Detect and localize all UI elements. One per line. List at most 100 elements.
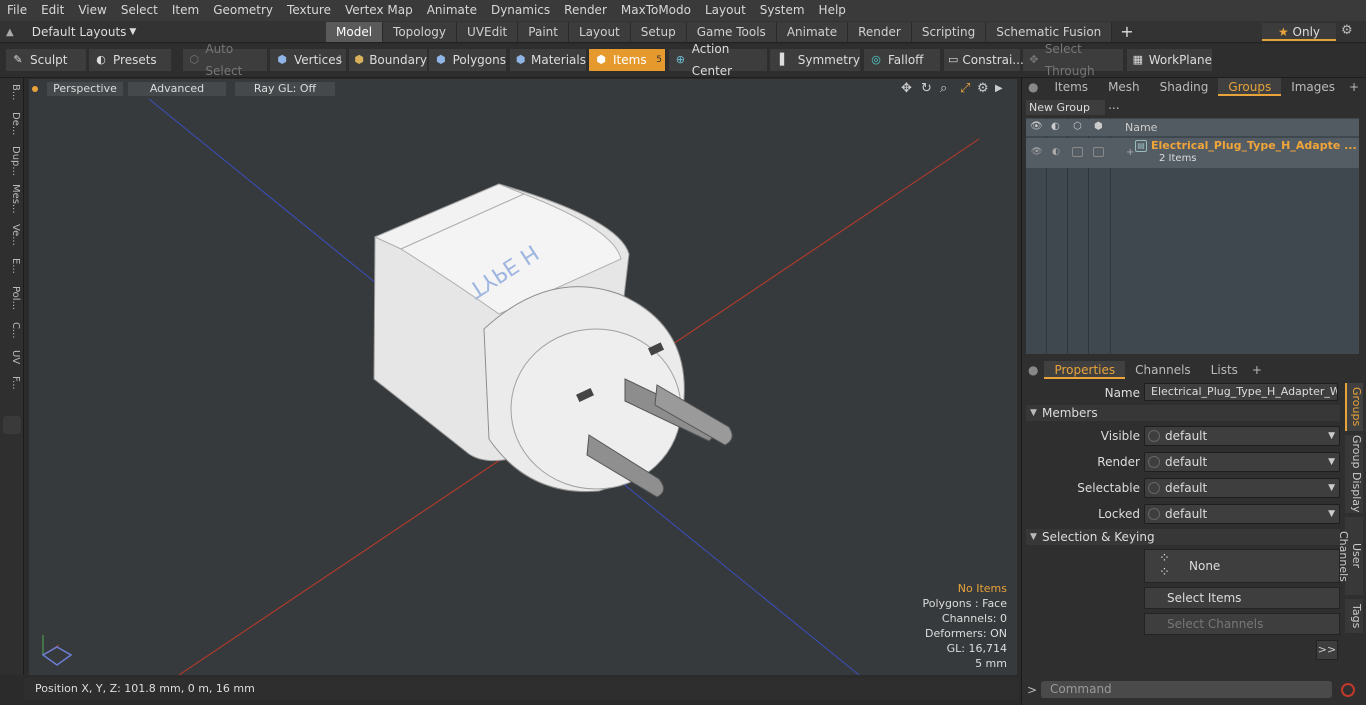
add-panel-tab-icon[interactable]: + <box>1345 78 1363 96</box>
fit-view-icon[interactable]: ⤢ <box>960 81 970 96</box>
tab-channels[interactable]: Channels <box>1125 361 1201 379</box>
keying-none-button[interactable]: ⁘ ⁘ None <box>1144 549 1340 583</box>
tab-model[interactable]: Model <box>326 22 384 42</box>
raygl-dropdown[interactable]: Ray GL: Off <box>235 82 335 96</box>
strip-tab-polygon[interactable]: Pol... <box>3 286 21 310</box>
selectable-dropdown[interactable]: default ▼ <box>1144 478 1340 498</box>
zoom-icon[interactable]: ⌕ <box>940 81 947 96</box>
menu-layout[interactable]: Layout <box>698 0 753 21</box>
menu-render[interactable]: Render <box>557 0 614 21</box>
workplane-button[interactable]: ▦ WorkPlane <box>1127 49 1212 71</box>
row-lock-checkbox[interactable] <box>1093 147 1104 157</box>
row-select-checkbox[interactable] <box>1072 147 1083 157</box>
members-section[interactable]: ▼ Members <box>1026 405 1340 421</box>
menu-texture[interactable]: Texture <box>280 0 338 21</box>
only-button[interactable]: ★ Only <box>1262 23 1336 41</box>
tab-layout[interactable]: Layout <box>568 22 631 42</box>
3d-viewport[interactable]: TYPE H Perspective Advanced Ray GL: Off … <box>29 79 1017 675</box>
perspective-dropdown[interactable]: Perspective <box>47 82 123 96</box>
vtab-group-display[interactable]: Group Display <box>1345 435 1363 513</box>
group-row[interactable]: 👁 ◐ + ▤ Electrical_Plug_Type_H_Adapte ..… <box>1026 138 1359 168</box>
menu-geometry[interactable]: Geometry <box>206 0 280 21</box>
menu-vertex-map[interactable]: Vertex Map <box>338 0 420 21</box>
strip-tab-mesh[interactable]: Mes... <box>3 184 21 214</box>
constraints-button[interactable]: ▭ Constrai... <box>944 49 1024 71</box>
materials-button[interactable]: ⬢ Materials <box>510 49 586 71</box>
locked-dropdown[interactable]: default ▼ <box>1144 504 1340 524</box>
select-channels-button[interactable]: Select Channels <box>1144 613 1340 635</box>
tab-scripting[interactable]: Scripting <box>911 22 987 42</box>
auto-select-button[interactable]: ⬡ Auto Select <box>183 42 267 78</box>
menu-system[interactable]: System <box>753 0 812 21</box>
rotate-view-icon[interactable]: ↻ <box>921 81 932 96</box>
viewport-expand-icon[interactable]: ▶ <box>995 83 1003 94</box>
layout-dropdown[interactable]: ▲ Default Layouts ▼ <box>6 23 136 41</box>
group-name-field[interactable]: Electrical_Plug_Type_H_Adapter_Whit <box>1144 383 1338 401</box>
tab-images[interactable]: Images <box>1281 78 1345 96</box>
strip-toggle-button[interactable] <box>3 416 21 434</box>
menu-dynamics[interactable]: Dynamics <box>484 0 557 21</box>
viewport-gear-icon[interactable]: ⚙ <box>977 81 989 96</box>
action-center-button[interactable]: ⊕ Action Center <box>669 42 767 78</box>
viewport-menu-dot[interactable] <box>32 86 38 92</box>
eye-icon[interactable]: 👁 <box>1030 121 1043 132</box>
strip-tab-basic[interactable]: B... <box>3 84 21 100</box>
selection-keying-section[interactable]: ▼ Selection & Keying <box>1026 529 1340 545</box>
presets-button[interactable]: ◐ Presets <box>89 49 171 71</box>
tab-shading[interactable]: Shading <box>1150 78 1219 96</box>
menu-animate[interactable]: Animate <box>420 0 484 21</box>
strip-tab-vertex[interactable]: Ve... <box>3 224 21 246</box>
boundary-button[interactable]: ⬢ Boundary <box>349 49 427 71</box>
strip-tab-edge[interactable]: E... <box>3 258 21 274</box>
menu-file[interactable]: File <box>0 0 34 21</box>
more-button[interactable]: >> <box>1316 640 1338 660</box>
command-input[interactable]: Command <box>1041 681 1332 698</box>
visible-dropdown[interactable]: default ▼ <box>1144 426 1340 446</box>
tab-render[interactable]: Render <box>848 22 912 42</box>
tab-properties[interactable]: Properties <box>1044 361 1126 379</box>
row-eye-icon[interactable]: 👁 <box>1031 147 1042 157</box>
tab-animate[interactable]: Animate <box>776 22 849 42</box>
move-view-icon[interactable]: ✥ <box>901 81 912 96</box>
strip-tab-uv[interactable]: UV <box>3 350 21 364</box>
panel-menu-dot-icon[interactable]: ● <box>1022 78 1044 96</box>
strip-tab-deform[interactable]: De... <box>3 112 21 135</box>
add-props-tab-icon[interactable]: + <box>1248 361 1266 379</box>
strip-tab-curve[interactable]: C... <box>3 322 21 339</box>
advanced-dropdown[interactable]: Advanced <box>128 82 226 96</box>
lock-icon[interactable]: ⬢ <box>1094 121 1103 132</box>
menu-select[interactable]: Select <box>114 0 165 21</box>
vtab-tags[interactable]: Tags <box>1345 599 1363 633</box>
items-button[interactable]: ⬢ Items 5 <box>589 49 665 71</box>
collapse-up-icon[interactable]: ▲ <box>6 27 14 38</box>
render-icon[interactable]: ◐ <box>1051 121 1060 132</box>
new-group-button[interactable]: New Group <box>1026 100 1105 115</box>
name-column-header[interactable]: Name <box>1125 121 1157 134</box>
vtab-groups[interactable]: Groups <box>1345 383 1363 431</box>
select-items-button[interactable]: Select Items <box>1144 587 1340 609</box>
menu-item[interactable]: Item <box>165 0 206 21</box>
sculpt-button[interactable]: ✎ Sculpt <box>6 49 86 71</box>
strip-tab-duplicate[interactable]: Dup... <box>3 146 21 176</box>
expand-plus-icon[interactable]: + <box>1126 147 1134 158</box>
menu-help[interactable]: Help <box>812 0 853 21</box>
tab-setup[interactable]: Setup <box>630 22 687 42</box>
tab-items[interactable]: Items <box>1044 78 1098 96</box>
tab-topology[interactable]: Topology <box>383 22 458 42</box>
tab-mesh[interactable]: Mesh ... <box>1098 78 1150 112</box>
row-render-icon[interactable]: ◐ <box>1052 147 1060 157</box>
gear-icon[interactable]: ⚙ <box>1341 23 1353 38</box>
falloff-button[interactable]: ◎ Falloff <box>864 49 940 71</box>
tab-paint[interactable]: Paint <box>518 22 569 42</box>
render-dropdown[interactable]: default ▼ <box>1144 452 1340 472</box>
tab-groups[interactable]: Groups <box>1218 78 1282 96</box>
symmetry-button[interactable]: ▐ Symmetry <box>770 49 860 71</box>
select-through-button[interactable]: ✥ Select Through <box>1023 42 1123 78</box>
strip-tab-fusion[interactable]: F... <box>3 376 21 390</box>
vertices-button[interactable]: ⬢ Vertices 1 <box>270 49 346 71</box>
props-menu-dot-icon[interactable]: ● <box>1022 361 1044 379</box>
record-icon[interactable] <box>1341 683 1355 697</box>
polygons-button[interactable]: ⬢ Polygons <box>429 49 506 71</box>
menu-view[interactable]: View <box>71 0 113 21</box>
tab-lists[interactable]: Lists <box>1201 361 1248 379</box>
